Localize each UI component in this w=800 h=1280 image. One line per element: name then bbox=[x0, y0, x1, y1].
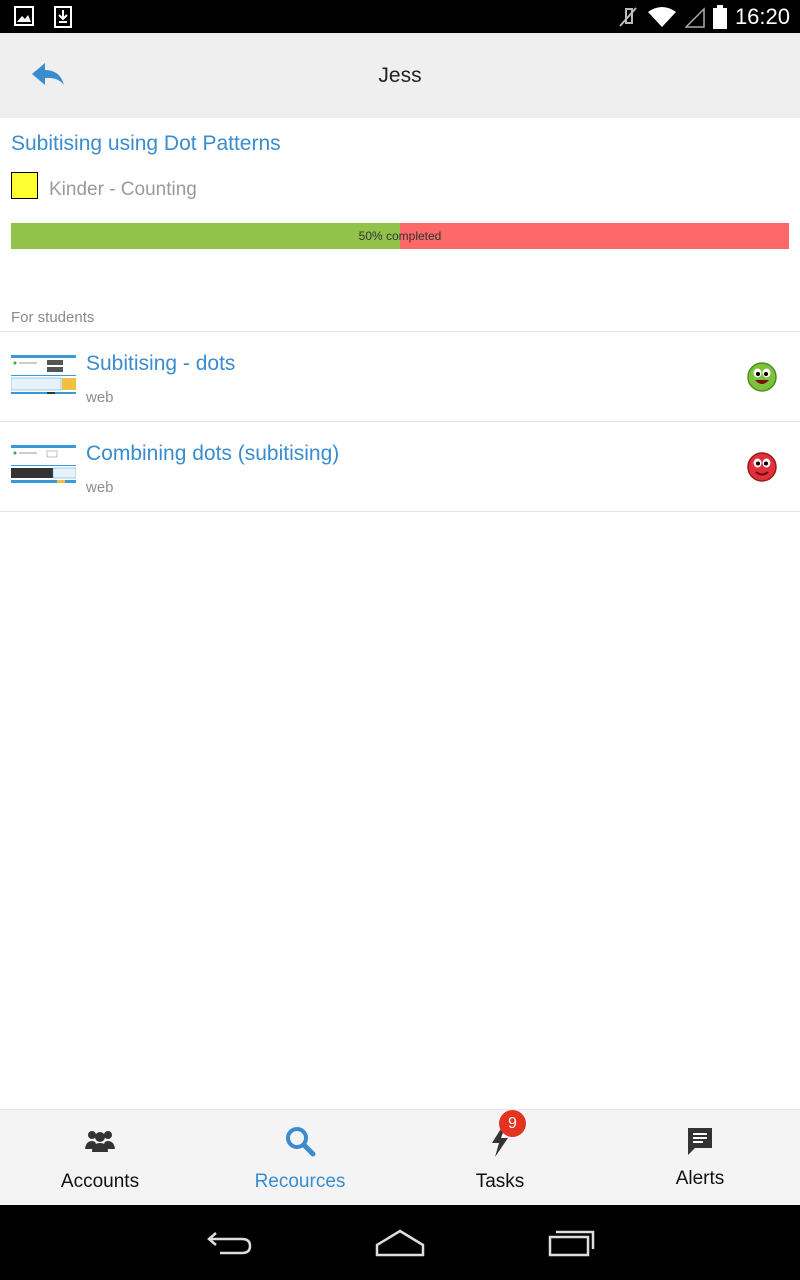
nav-label: Accounts bbox=[60, 1171, 140, 1192]
search-icon bbox=[286, 1127, 316, 1157]
resource-thumbnail bbox=[11, 353, 76, 397]
progress-bar: 50% completed bbox=[11, 223, 789, 249]
sad-face-icon bbox=[747, 452, 777, 482]
mute-icon bbox=[619, 7, 637, 27]
lesson-title: Subitising using Dot Patterns bbox=[11, 132, 281, 155]
signal-icon bbox=[684, 7, 705, 28]
app-header: Jess bbox=[0, 33, 800, 118]
page-title: Jess bbox=[378, 64, 422, 87]
category-color-swatch bbox=[11, 171, 38, 199]
message-icon bbox=[688, 1128, 712, 1155]
status-time: 16:20 bbox=[734, 4, 790, 29]
nav-label: Tasks bbox=[475, 1171, 525, 1192]
system-navigation-bar bbox=[0, 1205, 800, 1280]
nav-tasks[interactable]: 9 Tasks bbox=[400, 1110, 600, 1205]
resource-row[interactable]: Combining dots (subitising) web bbox=[0, 422, 800, 512]
resource-type: web bbox=[86, 479, 114, 496]
tasks-badge: 9 bbox=[499, 1110, 526, 1137]
bottom-navigation: Accounts Recources 9 Tasks Alerts bbox=[0, 1109, 800, 1205]
image-icon bbox=[14, 6, 34, 26]
back-icon[interactable] bbox=[204, 1225, 256, 1259]
download-icon bbox=[54, 6, 72, 28]
happy-face-icon bbox=[747, 362, 777, 392]
wifi-icon bbox=[647, 7, 676, 27]
nav-alerts[interactable]: Alerts bbox=[600, 1110, 800, 1205]
battery-icon bbox=[712, 5, 727, 29]
nav-accounts[interactable]: Accounts bbox=[0, 1110, 200, 1205]
divider bbox=[0, 511, 800, 512]
home-icon[interactable] bbox=[374, 1225, 426, 1259]
nav-label: Recources bbox=[254, 1171, 346, 1192]
recents-icon[interactable] bbox=[546, 1225, 598, 1259]
progress-text: 50% completed bbox=[358, 229, 442, 243]
nav-label: Alerts bbox=[675, 1168, 725, 1189]
resource-row[interactable]: Subitising - dots web bbox=[0, 332, 800, 422]
resource-type: web bbox=[86, 389, 114, 406]
section-label: For students bbox=[11, 309, 95, 326]
users-icon bbox=[85, 1131, 115, 1152]
nav-resources[interactable]: Recources bbox=[200, 1110, 400, 1205]
category-row: Kinder - Counting bbox=[11, 169, 197, 201]
resource-title: Combining dots (subitising) bbox=[86, 442, 340, 465]
resource-title: Subitising - dots bbox=[86, 352, 236, 375]
resource-thumbnail bbox=[11, 443, 76, 487]
category-label: Kinder - Counting bbox=[49, 179, 197, 200]
status-bar: 16:20 bbox=[0, 0, 800, 33]
